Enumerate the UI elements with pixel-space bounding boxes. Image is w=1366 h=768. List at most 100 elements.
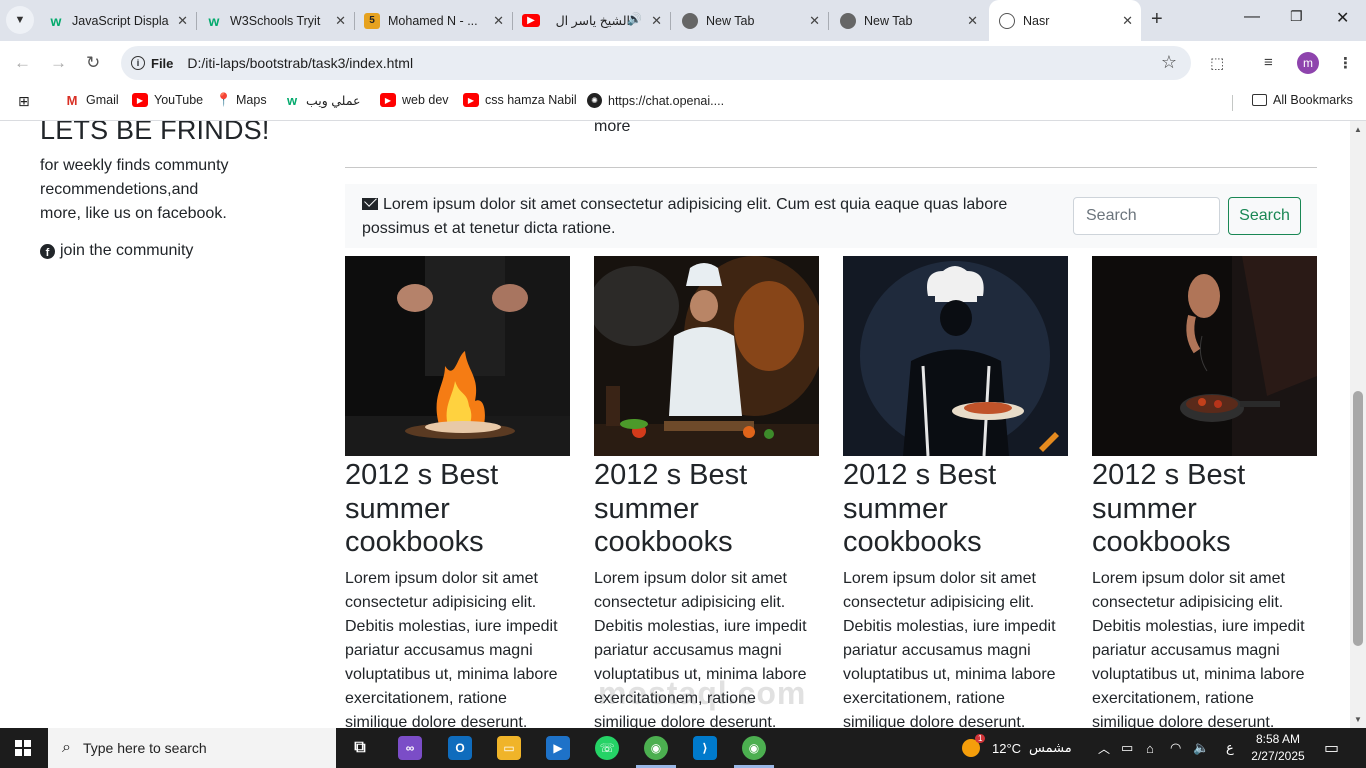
- forward-button[interactable]: →: [50, 53, 67, 73]
- browser-tab[interactable]: w JavaScript Displa ✕: [40, 0, 197, 41]
- bookmark-maps[interactable]: 📍 Maps: [216, 92, 267, 107]
- card-text: Lorem ipsum dolor sit amet consectetur a…: [843, 569, 1056, 729]
- media-player-icon[interactable]: ▶: [546, 736, 570, 760]
- bookmark-star-icon[interactable]: ☆: [1161, 52, 1177, 73]
- minimize-button[interactable]: —: [1244, 8, 1260, 26]
- tab-title: New Tab: [864, 13, 913, 28]
- bookmark-web-dev[interactable]: ▶ web dev: [380, 93, 449, 107]
- task-view-icon[interactable]: ⧉: [348, 736, 372, 760]
- join-community-link[interactable]: f join the community: [40, 242, 300, 260]
- reload-button[interactable]: ↻: [86, 53, 100, 73]
- card-image: [843, 256, 1068, 456]
- bookmark-youtube[interactable]: ▶ YouTube: [132, 93, 203, 107]
- page-scrollbar[interactable]: ▲ ▼: [1350, 121, 1366, 728]
- youtube-icon: ▶: [522, 14, 540, 27]
- close-window-button[interactable]: ✕: [1336, 8, 1349, 28]
- bookmark-label: web dev: [402, 93, 449, 107]
- sidebar-text: for weekly finds communty recommendetion…: [40, 157, 229, 222]
- chevron-down-icon: ▼: [14, 14, 26, 26]
- close-icon[interactable]: ✕: [177, 13, 188, 29]
- language-label: ع: [1226, 740, 1234, 755]
- close-icon[interactable]: ✕: [809, 13, 820, 29]
- newsletter-bar: Lorem ipsum dolor sit amet consectetur a…: [345, 184, 1317, 248]
- weather-badge: 1: [975, 734, 986, 743]
- watermark: mostaql.com: [598, 675, 807, 711]
- bookmark-label: All Bookmarks: [1273, 93, 1353, 107]
- chef-flame-photo: [345, 256, 570, 456]
- card-image: [594, 256, 819, 456]
- url-text[interactable]: D:/iti-laps/bootstrab/task3/index.html: [187, 55, 413, 71]
- all-bookmarks-button[interactable]: All Bookmarks: [1252, 93, 1353, 107]
- notification-icon[interactable]: ▭: [1324, 728, 1339, 768]
- browser-tab[interactable]: ▶ الشيخ ياسر ال 🔊 ✕: [514, 0, 671, 41]
- wifi-icon[interactable]: ◠: [1170, 728, 1181, 768]
- new-tab-button[interactable]: +: [1151, 8, 1163, 31]
- tab-title: Mohamed N - ...: [388, 13, 478, 28]
- windows-start-icon[interactable]: [15, 740, 31, 756]
- bookmarks-divider: [1232, 95, 1233, 111]
- close-icon[interactable]: ✕: [1122, 13, 1133, 29]
- show-hidden-icons[interactable]: ︿: [1098, 728, 1110, 768]
- card-title: 2012 s Best summer cookbooks: [843, 459, 997, 558]
- tab-search-button[interactable]: ▼: [6, 6, 34, 34]
- weather-widget[interactable]: 1 12°C مشمس: [962, 728, 1072, 768]
- weather-temp: 12°C: [992, 740, 1022, 756]
- menu-kebab-icon[interactable]: ⋮: [1338, 54, 1353, 72]
- cookbook-card: 2012 s Best summer cookbooks Lorem ipsum…: [345, 256, 570, 728]
- close-icon[interactable]: ✕: [493, 13, 504, 29]
- sidebar-title: LETS BE FRINDS!: [40, 121, 270, 145]
- scrollbar-thumb[interactable]: [1353, 391, 1363, 646]
- facebook-icon: f: [40, 243, 55, 259]
- scroll-up-icon[interactable]: ▲: [1354, 125, 1362, 134]
- bookmark-label: css hamza Nabil: [485, 93, 577, 107]
- browser-tab-active[interactable]: Nasr ✕: [989, 0, 1141, 41]
- search-icon: ⌕: [62, 739, 71, 756]
- whatsapp-icon[interactable]: ☏: [595, 736, 619, 760]
- browser-tab[interactable]: w W3Schools Tryit ✕: [198, 0, 355, 41]
- input-language[interactable]: ع: [1226, 728, 1234, 768]
- taskbar-clock[interactable]: 8:58 AM 2/27/2025: [1248, 731, 1308, 765]
- bookmarks-bar: ⊞ M Gmail ▶ YouTube 📍 Maps w عملي ويب ▶ …: [0, 85, 1366, 121]
- visual-studio-icon[interactable]: ∞: [398, 736, 422, 760]
- back-button[interactable]: ←: [14, 53, 31, 73]
- file-explorer-icon[interactable]: ▭: [497, 736, 521, 760]
- device-icon[interactable]: ⌂: [1146, 728, 1154, 768]
- search-button[interactable]: Search: [1228, 197, 1301, 235]
- tab-title: الشيخ ياسر ال: [555, 14, 630, 28]
- close-icon: ✕: [1336, 10, 1350, 27]
- close-icon[interactable]: ✕: [651, 13, 662, 29]
- chrome-icon[interactable]: ◉: [742, 736, 766, 760]
- close-icon[interactable]: ✕: [335, 13, 346, 29]
- browser-tab[interactable]: 5 Mohamed N - ... ✕: [356, 0, 513, 41]
- chef-cutting-photo: [594, 256, 819, 456]
- battery-icon[interactable]: ▭: [1121, 728, 1133, 768]
- browser-tab[interactable]: New Tab ✕: [830, 0, 986, 41]
- scheme-label: File: [151, 55, 174, 71]
- chrome-icon: [840, 12, 856, 29]
- search-input[interactable]: [1073, 197, 1220, 235]
- weather-condition: مشمس: [1029, 740, 1072, 755]
- address-bar[interactable]: i File D:/iti-laps/bootstrab/task3/index…: [121, 46, 1191, 80]
- speaker-icon[interactable]: 🔊: [627, 12, 642, 26]
- browser-tab[interactable]: New Tab ✕: [672, 0, 829, 41]
- outlook-icon[interactable]: O: [448, 736, 472, 760]
- bookmark-css-hamza[interactable]: ▶ css hamza Nabil: [463, 93, 577, 107]
- volume-icon[interactable]: 🔈: [1193, 728, 1209, 768]
- friends-sidebar: LETS BE FRINDS! for weekly finds communt…: [40, 121, 300, 260]
- close-icon[interactable]: ✕: [967, 13, 978, 29]
- avatar[interactable]: m: [1297, 52, 1319, 74]
- bookmark-w3[interactable]: w عملي ويب: [284, 93, 361, 108]
- card-title: 2012 s Best summer cookbooks: [1092, 459, 1246, 558]
- media-control-icon[interactable]: ≡: [1264, 54, 1273, 71]
- restore-button[interactable]: ❐: [1290, 8, 1303, 25]
- bookmark-gmail[interactable]: M Gmail: [64, 93, 119, 108]
- info-icon[interactable]: i: [131, 56, 145, 70]
- chrome-icon[interactable]: ◉: [644, 736, 668, 760]
- apps-button[interactable]: ⊞: [18, 93, 30, 110]
- vscode-icon[interactable]: ⟩: [693, 736, 717, 760]
- page-viewport: LETS BE FRINDS! for weekly finds communt…: [0, 121, 1350, 728]
- taskbar-search[interactable]: ⌕ Type here to search: [48, 728, 336, 768]
- extensions-icon[interactable]: ⬚: [1210, 54, 1224, 72]
- scroll-down-icon[interactable]: ▼: [1354, 715, 1362, 724]
- bookmark-openai[interactable]: ✺ https://chat.openai....: [587, 93, 724, 108]
